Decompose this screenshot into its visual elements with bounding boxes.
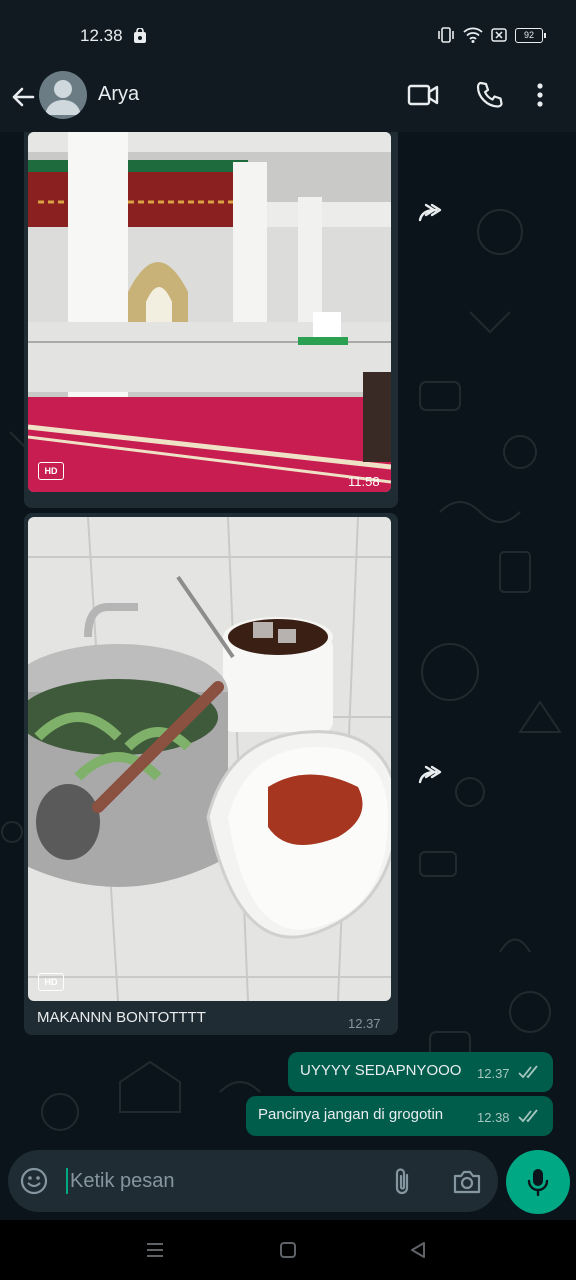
mic-button[interactable] bbox=[506, 1150, 570, 1214]
sim-icon bbox=[491, 28, 507, 42]
camera-icon[interactable] bbox=[452, 1169, 482, 1200]
emoji-icon[interactable] bbox=[20, 1167, 48, 1200]
chat-header: Arya bbox=[0, 70, 576, 132]
back-nav-icon[interactable] bbox=[410, 1242, 426, 1263]
forward-icon[interactable] bbox=[416, 764, 446, 791]
attach-icon[interactable] bbox=[390, 1167, 414, 1202]
hd-icon: HD bbox=[38, 973, 64, 991]
video-call-icon[interactable] bbox=[407, 82, 439, 113]
outgoing-message[interactable]: Pancinya jangan di grogotin 12.38 bbox=[246, 1096, 553, 1136]
message-text: UYYYY SEDAPNYOOO bbox=[300, 1062, 462, 1079]
message-time: 12.38 bbox=[477, 1110, 510, 1125]
message-time: 11.58 bbox=[348, 474, 380, 489]
status-time: 12.38 bbox=[80, 26, 123, 45]
message-input-bar: Ketik pesan bbox=[8, 1150, 498, 1212]
hd-icon: HD bbox=[38, 462, 64, 480]
avatar[interactable] bbox=[39, 71, 87, 119]
double-check-icon bbox=[518, 1065, 540, 1084]
home-icon[interactable] bbox=[280, 1242, 296, 1263]
forward-icon[interactable] bbox=[416, 202, 446, 229]
battery-level: 92 bbox=[515, 27, 543, 43]
contact-name[interactable]: Arya bbox=[98, 83, 139, 106]
avatar-icon bbox=[45, 80, 81, 115]
mic-icon bbox=[527, 1169, 549, 1197]
vibrate-icon bbox=[438, 27, 454, 43]
back-arrow-icon[interactable] bbox=[10, 84, 36, 115]
message-time: 12.37 bbox=[348, 1016, 381, 1031]
outgoing-message[interactable]: UYYYY SEDAPNYOOO 12.37 bbox=[288, 1052, 553, 1092]
system-nav-bar bbox=[0, 1220, 576, 1280]
message-time: 12.37 bbox=[477, 1066, 510, 1081]
phone-icon[interactable] bbox=[474, 80, 504, 115]
status-bar: 12.38 92 bbox=[0, 0, 576, 70]
food-photo[interactable] bbox=[28, 517, 391, 1001]
mosque-photo[interactable] bbox=[28, 132, 391, 492]
double-check-icon bbox=[518, 1109, 540, 1128]
wifi-icon bbox=[463, 27, 483, 43]
text-cursor bbox=[66, 1168, 68, 1194]
message-input[interactable]: Ketik pesan bbox=[70, 1170, 175, 1193]
more-icon[interactable] bbox=[536, 82, 544, 113]
incoming-image-message[interactable]: HD 11.58 bbox=[24, 132, 398, 508]
incoming-image-message[interactable]: HD MAKANNN BONTOTTTT 12.37 bbox=[24, 513, 398, 1035]
image-caption: MAKANNN BONTOTTTT bbox=[37, 1009, 206, 1026]
recents-icon[interactable] bbox=[146, 1242, 164, 1263]
system-icons: 92 bbox=[437, 27, 546, 43]
shopping-bag-icon bbox=[133, 27, 147, 49]
chat-area[interactable]: HD 11.58 HD MAKANNN BONTOTTTT 12.37 UYYY… bbox=[0, 132, 576, 1220]
battery-icon: 92 bbox=[515, 27, 546, 43]
message-text: Pancinya jangan di grogotin bbox=[258, 1106, 444, 1123]
